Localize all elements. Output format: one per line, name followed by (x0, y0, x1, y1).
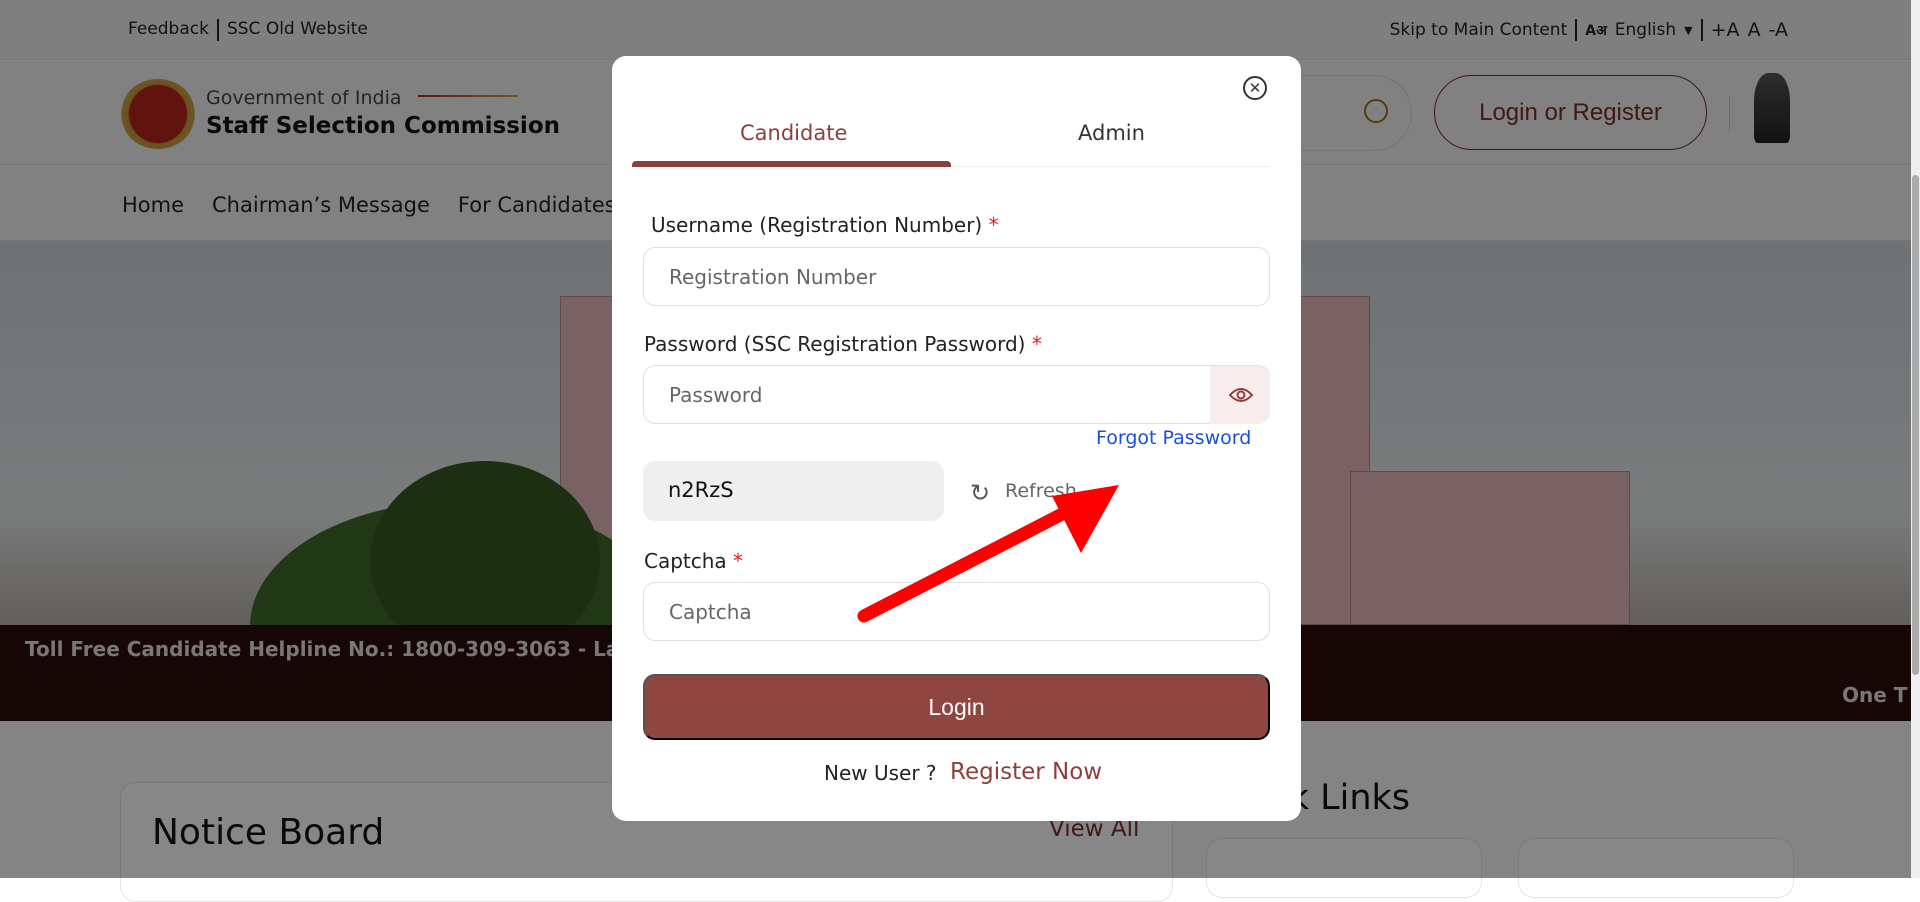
captcha-label: Captcha * (644, 549, 744, 573)
forgot-password-link[interactable]: Forgot Password (1096, 427, 1251, 449)
password-label: Password (SSC Registration Password) * (644, 332, 1042, 356)
username-input[interactable]: Registration Number (643, 247, 1270, 306)
tab-candidate[interactable]: Candidate (740, 121, 847, 145)
show-password-button[interactable] (1210, 366, 1270, 424)
close-icon[interactable]: ✕ (1243, 76, 1267, 100)
tab-admin[interactable]: Admin (1078, 121, 1145, 145)
password-input[interactable]: Password (643, 365, 1270, 424)
register-now-link[interactable]: Register Now (950, 759, 1102, 785)
eye-icon (1228, 388, 1254, 402)
refresh-icon[interactable]: ↻ (970, 479, 990, 507)
captcha-image: n2RzS (643, 461, 944, 521)
refresh-captcha-button[interactable]: Refresh (1005, 480, 1077, 502)
username-label: Username (Registration Number) * (651, 213, 999, 237)
login-button[interactable]: Login (643, 674, 1270, 740)
scrollbar-thumb[interactable] (1912, 175, 1919, 675)
active-tab-indicator (632, 161, 951, 167)
new-user-text: New User ? (824, 761, 937, 785)
captcha-input[interactable]: Captcha (643, 582, 1270, 641)
